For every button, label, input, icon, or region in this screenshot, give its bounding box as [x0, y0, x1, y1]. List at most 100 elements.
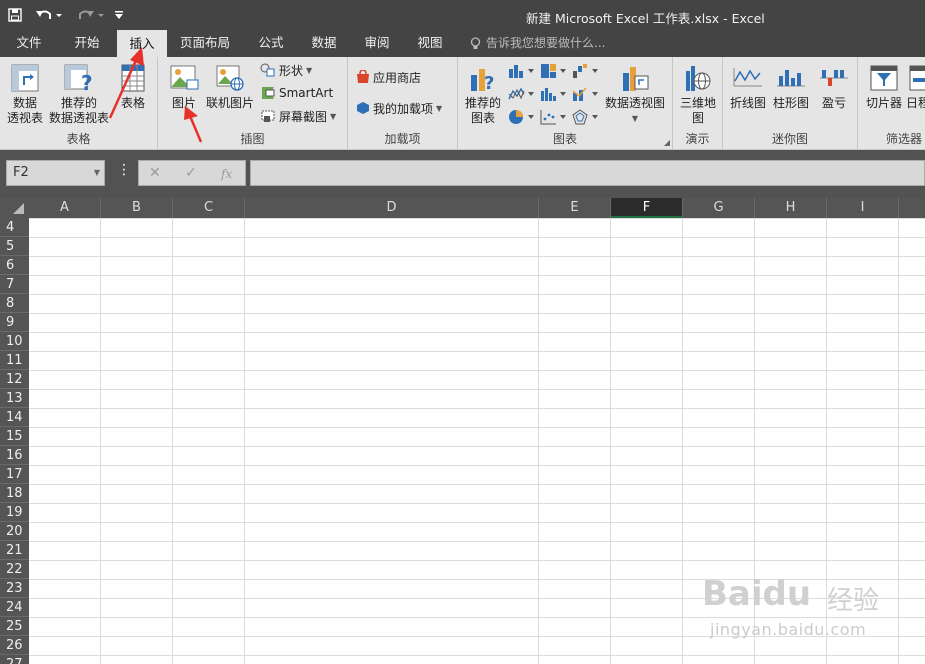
pivot-chart-button[interactable]: 数据透视图 ▼	[604, 61, 666, 126]
insert-function-icon[interactable]: fx	[221, 167, 232, 181]
redo-icon[interactable]	[76, 5, 106, 25]
statistic-chart-icon[interactable]	[540, 84, 568, 104]
tab-insert[interactable]: 插入	[117, 30, 167, 57]
tab-data[interactable]: 数据	[298, 30, 350, 57]
radar-chart-icon[interactable]	[572, 107, 600, 127]
row-header[interactable]: 16	[0, 446, 29, 465]
undo-icon[interactable]	[34, 5, 64, 25]
line-chart-icon[interactable]	[508, 84, 536, 104]
hierarchy-chart-icon[interactable]	[540, 61, 568, 81]
table-icon	[116, 61, 150, 95]
pie-chart-icon[interactable]	[508, 107, 536, 127]
row-header[interactable]: 26	[0, 636, 29, 655]
cancel-icon[interactable]: ✕	[149, 165, 161, 181]
timeline-label: 日程	[906, 96, 925, 110]
shapes-label: 形状	[279, 63, 304, 78]
combo-chart-icon[interactable]	[572, 84, 600, 104]
row-header[interactable]: 22	[0, 560, 29, 579]
formula-buttons: ✕ ✓ fx	[138, 160, 246, 186]
column-header-a[interactable]: A	[29, 198, 101, 218]
column-header-g[interactable]: G	[683, 198, 755, 218]
name-box-dropdown-icon[interactable]: ▼	[94, 161, 100, 185]
column-header-i[interactable]: I	[827, 198, 899, 218]
row-header[interactable]: 14	[0, 408, 29, 427]
tab-view[interactable]: 视图	[404, 30, 456, 57]
row-header[interactable]: 5	[0, 237, 29, 256]
group-filters-label: 筛选器	[886, 132, 923, 146]
row-header[interactable]: 17	[0, 465, 29, 484]
row-header[interactable]: 15	[0, 427, 29, 446]
tab-formulas[interactable]: 公式	[246, 30, 296, 57]
select-all-button[interactable]	[0, 198, 29, 218]
column-header-b[interactable]: B	[101, 198, 173, 218]
row-header[interactable]: 25	[0, 617, 29, 636]
scatter-chart-icon[interactable]	[540, 107, 568, 127]
my-addins-button[interactable]: 我的加载项 ▼	[356, 98, 442, 118]
tab-file[interactable]: 文件	[4, 30, 54, 57]
screenshot-button[interactable]: 屏幕截图 ▼	[260, 106, 336, 126]
screenshot-dropdown-icon: ▼	[330, 111, 337, 121]
table-button[interactable]: 表格	[114, 61, 152, 111]
row-header[interactable]: 4	[0, 218, 29, 237]
customize-qat-icon[interactable]	[112, 5, 126, 25]
sparkline-column-button[interactable]: 柱形图	[771, 61, 811, 111]
column-header-c[interactable]: C	[173, 198, 245, 218]
store-button[interactable]: 应用商店	[356, 67, 421, 87]
pictures-label: 图片	[171, 96, 196, 110]
pivot-chart-label: 数据透视图	[604, 96, 665, 110]
row-header[interactable]: 10	[0, 332, 29, 351]
title-bar: 新建 Microsoft Excel 工作表.xlsx - Excel	[0, 0, 925, 30]
tab-review[interactable]: 审阅	[352, 30, 402, 57]
timeline-button[interactable]: 日程	[906, 61, 925, 111]
row-header[interactable]: 6	[0, 256, 29, 275]
lightbulb-icon	[470, 36, 481, 49]
row-header[interactable]: 11	[0, 351, 29, 370]
smartart-icon	[262, 87, 275, 99]
column-header-h[interactable]: H	[755, 198, 827, 218]
column-header-e[interactable]: E	[539, 198, 611, 218]
slicer-button[interactable]: 切片器	[864, 61, 904, 111]
online-pictures-button[interactable]: 联机图片	[204, 61, 256, 111]
sparkline-line-button[interactable]: 折线图	[728, 61, 768, 111]
column-header-f[interactable]: F	[611, 198, 683, 218]
row-header[interactable]: 20	[0, 522, 29, 541]
smartart-button[interactable]: SmartArt	[260, 83, 333, 103]
watermark-url: jingyan.baidu.com	[710, 620, 867, 639]
3d-map-button[interactable]: 三维地 图	[677, 61, 719, 126]
row-header[interactable]: 27	[0, 655, 29, 664]
shapes-dropdown-icon: ▼	[306, 65, 313, 75]
tab-page-layout[interactable]: 页面布局	[172, 30, 238, 57]
enter-icon[interactable]: ✓	[185, 165, 197, 181]
row-header[interactable]: 19	[0, 503, 29, 522]
recommended-pivot-button[interactable]: ? 推荐的 数据透视表	[47, 61, 111, 126]
name-box[interactable]: F2 ▼	[6, 160, 105, 186]
formula-input[interactable]	[250, 160, 925, 186]
pivot-chart-dropdown-icon: ▼	[631, 114, 639, 123]
sparkline-winloss-button[interactable]: 盈亏	[815, 61, 853, 111]
row-header[interactable]: 9	[0, 313, 29, 332]
save-icon[interactable]	[5, 5, 25, 25]
tell-me-box[interactable]: 告诉我您想要做什么...	[470, 30, 605, 57]
recommended-charts-button[interactable]: ? 推荐的 图表	[463, 61, 503, 126]
row-header[interactable]: 13	[0, 389, 29, 408]
store-icon	[357, 70, 369, 83]
shapes-button[interactable]: 形状 ▼	[260, 60, 312, 80]
row-header[interactable]: 12	[0, 370, 29, 389]
column-chart-icon[interactable]	[508, 61, 536, 81]
tab-home[interactable]: 开始	[62, 30, 112, 57]
row-header[interactable]: 7	[0, 275, 29, 294]
row-header[interactable]: 24	[0, 598, 29, 617]
group-charts: ? 推荐的 图表 数据透视图 ▼ ◢ 图表	[458, 57, 673, 150]
row-header[interactable]: 18	[0, 484, 29, 503]
pictures-button[interactable]: 图片	[164, 61, 204, 111]
formula-bar-grip-icon[interactable]: ⋮	[117, 162, 131, 178]
column-header-d[interactable]: D	[245, 198, 539, 218]
sparkline-winloss-icon	[817, 61, 851, 95]
row-header[interactable]: 8	[0, 294, 29, 313]
sparkline-line-icon	[731, 61, 765, 95]
row-header[interactable]: 21	[0, 541, 29, 560]
row-header[interactable]: 23	[0, 579, 29, 598]
waterfall-chart-icon[interactable]	[572, 61, 600, 81]
pivot-table-button[interactable]: 数据 透视表	[5, 61, 45, 126]
3d-map-label: 三维地 图	[679, 96, 716, 125]
